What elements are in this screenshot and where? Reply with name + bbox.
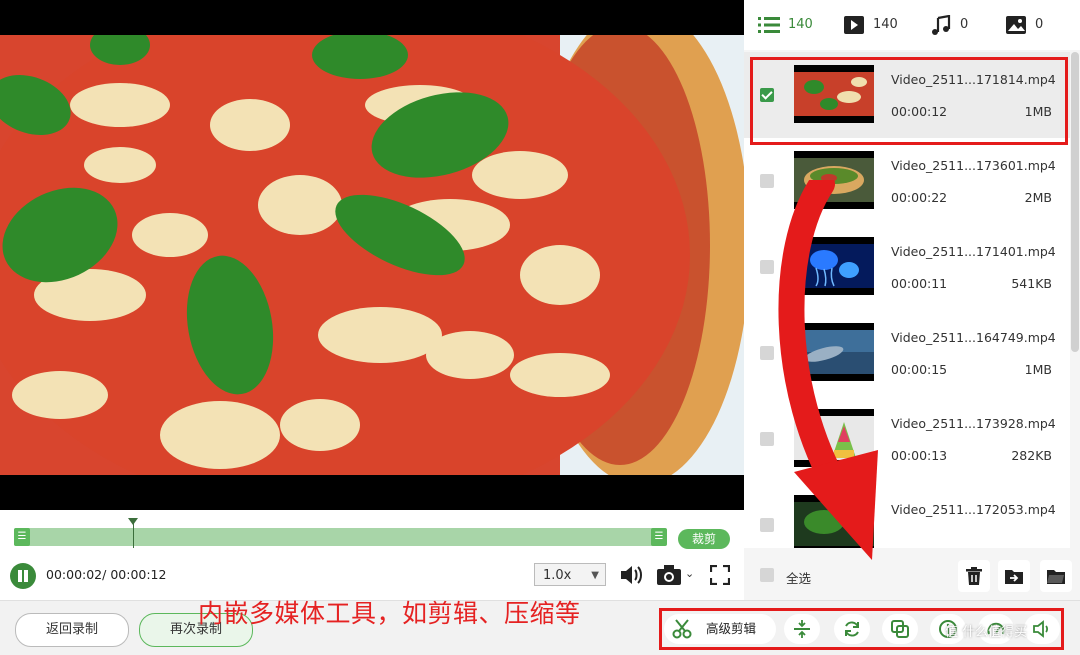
item-size: 1MB	[1024, 362, 1052, 377]
tab-all[interactable]: 140	[758, 12, 828, 38]
select-all-label: 全选	[786, 571, 812, 586]
speed-value: 1.0x	[543, 568, 572, 583]
item-duration: 00:00:22	[891, 190, 948, 205]
highlight-box-selected-item	[750, 57, 1068, 145]
trash-icon	[966, 567, 982, 585]
annotation-caption: 内嵌多媒体工具，如剪辑、压缩等	[198, 599, 581, 628]
pause-icon[interactable]	[10, 563, 36, 589]
timeline-track[interactable]	[14, 528, 666, 546]
fullscreen-icon[interactable]	[710, 565, 730, 585]
item-name: Video_2511...173928.mp4	[891, 416, 1056, 431]
tab-audio-count: 0	[960, 17, 969, 32]
delete-button[interactable]	[958, 560, 990, 592]
item-size: 282KB	[1011, 448, 1052, 463]
tab-audio[interactable]: 0	[930, 12, 990, 38]
item-name: Video_2511...172053.mp4	[891, 502, 1056, 517]
volume-icon[interactable]	[618, 562, 644, 588]
tab-all-count: 140	[788, 17, 813, 32]
trim-start-handle[interactable]: ☰	[14, 528, 30, 546]
tab-image[interactable]: 0	[1005, 12, 1065, 38]
item-duration: 00:00:11	[891, 276, 948, 291]
annotation-arrow	[778, 180, 878, 560]
time-display: 00:00:02/ 00:00:12	[46, 567, 167, 582]
music-icon	[932, 15, 951, 35]
item-duration: 00:00:15	[891, 362, 948, 377]
item-size: 2MB	[1024, 190, 1052, 205]
item-duration: 00:00:13	[891, 448, 948, 463]
video-preview[interactable]	[0, 0, 744, 510]
list-icon	[758, 17, 780, 33]
back-to-record-button[interactable]: 返回录制	[15, 613, 129, 647]
video-frame-image	[0, 35, 744, 475]
tab-video-count: 140	[873, 17, 898, 32]
watermark: 值 什么值得买	[945, 625, 1028, 640]
export-button[interactable]	[998, 560, 1030, 592]
tab-image-count: 0	[1035, 17, 1044, 32]
trim-end-handle[interactable]: ☰	[651, 528, 667, 546]
export-icon	[1005, 570, 1023, 584]
open-folder-button[interactable]	[1040, 560, 1072, 592]
item-name: Video_2511...171401.mp4	[891, 244, 1056, 259]
item-size: 541KB	[1011, 276, 1052, 291]
video-icon	[844, 16, 864, 34]
crop-button[interactable]: 裁剪	[678, 529, 730, 549]
tab-video[interactable]: 140	[843, 12, 913, 38]
chevron-down-icon: ▼	[591, 570, 599, 581]
item-name: Video_2511...173601.mp4	[891, 158, 1056, 173]
list-scrollbar[interactable]	[1071, 52, 1079, 352]
speed-select[interactable]: 1.0x ▼	[534, 563, 606, 586]
camera-chevron-icon[interactable]: ⌄	[685, 567, 694, 580]
image-icon	[1006, 16, 1026, 34]
playhead-marker[interactable]	[128, 518, 138, 525]
camera-icon[interactable]	[656, 563, 682, 587]
item-name: Video_2511...164749.mp4	[891, 330, 1056, 345]
folder-icon	[1047, 570, 1065, 584]
select-all-checkbox[interactable]	[760, 568, 774, 582]
